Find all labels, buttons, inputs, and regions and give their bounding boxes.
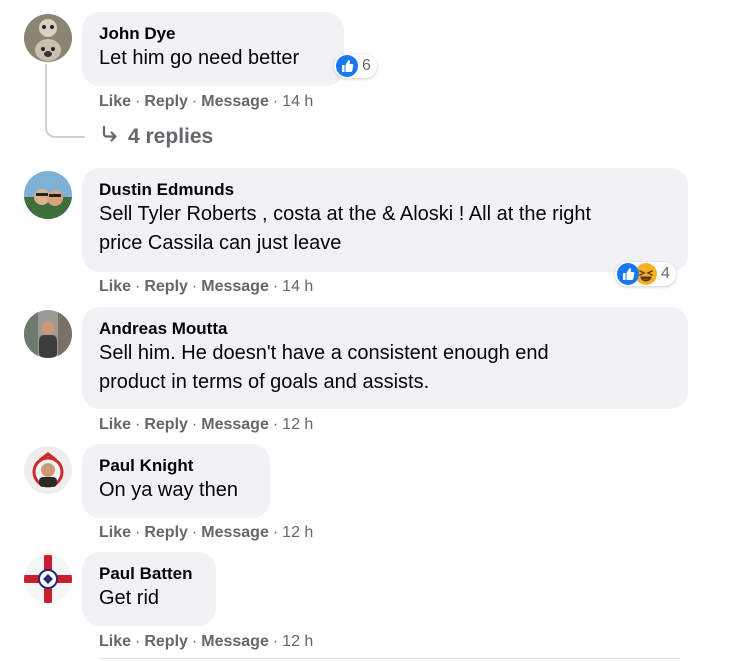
separator: · <box>272 93 279 110</box>
comment-bubble: John Dye Let him go need better <box>82 12 344 86</box>
avatar[interactable] <box>24 555 72 603</box>
comment-text: On ya way then <box>99 479 238 501</box>
separator: · <box>272 278 279 295</box>
comment-bubble: Dustin Edmunds Sell Tyler Roberts , cost… <box>82 168 688 272</box>
reply-button[interactable]: Reply <box>144 416 188 433</box>
reaction-count: 6 <box>362 57 371 74</box>
avatar[interactable] <box>24 446 72 494</box>
replies-label: 4 replies <box>128 125 214 148</box>
separator: · <box>135 524 141 541</box>
like-icon <box>336 55 358 77</box>
comment-text: Get rid <box>99 587 160 609</box>
reply-button[interactable]: Reply <box>144 278 188 295</box>
separator: · <box>191 633 198 650</box>
separator: · <box>191 416 198 433</box>
separator: · <box>272 633 279 650</box>
message-button[interactable]: Message <box>201 524 269 541</box>
comment-timestamp[interactable]: 14 h <box>282 93 313 110</box>
message-button[interactable]: Message <box>201 633 269 650</box>
comment-actions: Like · Reply · Message · 12 h <box>99 632 313 652</box>
avatar[interactable] <box>24 171 72 219</box>
reply-button[interactable]: Reply <box>144 524 188 541</box>
comment-timestamp[interactable]: 12 h <box>282 633 313 650</box>
comment-actions: Like · Reply · Message · 14 h <box>99 92 313 112</box>
view-replies-link[interactable]: 4 replies <box>100 124 213 150</box>
comment-timestamp[interactable]: 12 h <box>282 524 313 541</box>
reply-button[interactable]: Reply <box>144 633 188 650</box>
reply-button[interactable]: Reply <box>144 93 188 110</box>
separator: · <box>272 416 279 433</box>
like-button[interactable]: Like <box>99 93 131 110</box>
comment-bubble: Andreas Moutta Sell him. He doesn't have… <box>82 307 688 409</box>
thread-connector <box>45 64 85 138</box>
message-button[interactable]: Message <box>201 278 269 295</box>
reaction-count: 4 <box>661 265 670 282</box>
comment-author[interactable]: Dustin Edmunds <box>99 179 671 200</box>
like-button[interactable]: Like <box>99 633 131 650</box>
comment-text: Let him go need better <box>99 47 300 69</box>
divider <box>100 658 680 659</box>
comment-text-line-1: Sell him. He doesn't have a consistent e… <box>99 342 549 364</box>
like-icon <box>617 263 639 285</box>
separator: · <box>191 278 198 295</box>
comment-author[interactable]: John Dye <box>99 23 327 44</box>
avatar[interactable] <box>24 14 72 62</box>
separator: · <box>135 416 141 433</box>
avatar[interactable] <box>24 310 72 358</box>
comment-bubble: Paul Knight On ya way then <box>82 444 270 518</box>
comment-text-line-1: Sell Tyler Roberts , costa at the & Alos… <box>99 203 592 225</box>
comment-text-line-2: price Cassila can just leave <box>99 232 342 254</box>
comment-timestamp[interactable]: 14 h <box>282 278 313 295</box>
reaction-summary[interactable]: 6 <box>334 54 377 78</box>
separator: · <box>191 524 198 541</box>
separator: · <box>135 633 141 650</box>
message-button[interactable]: Message <box>201 93 269 110</box>
comment-actions: Like · Reply · Message · 12 h <box>99 523 313 543</box>
reply-arrow-icon <box>100 124 120 150</box>
comment-actions: Like · Reply · Message · 12 h <box>99 415 313 435</box>
comment-author[interactable]: Paul Knight <box>99 455 253 476</box>
like-button[interactable]: Like <box>99 278 131 295</box>
message-button[interactable]: Message <box>201 416 269 433</box>
like-button[interactable]: Like <box>99 524 131 541</box>
separator: · <box>191 93 198 110</box>
comment-timestamp[interactable]: 12 h <box>282 416 313 433</box>
comment-author[interactable]: Paul Batten <box>99 563 199 584</box>
reaction-summary[interactable]: 4 <box>615 262 676 286</box>
comment-author[interactable]: Andreas Moutta <box>99 318 671 339</box>
comment-bubble: Paul Batten Get rid <box>82 552 216 626</box>
separator: · <box>135 93 141 110</box>
like-button[interactable]: Like <box>99 416 131 433</box>
comment-text-line-2: product in terms of goals and assists. <box>99 371 430 393</box>
separator: · <box>272 524 279 541</box>
comment-actions: Like · Reply · Message · 14 h <box>99 277 313 297</box>
separator: · <box>135 278 141 295</box>
